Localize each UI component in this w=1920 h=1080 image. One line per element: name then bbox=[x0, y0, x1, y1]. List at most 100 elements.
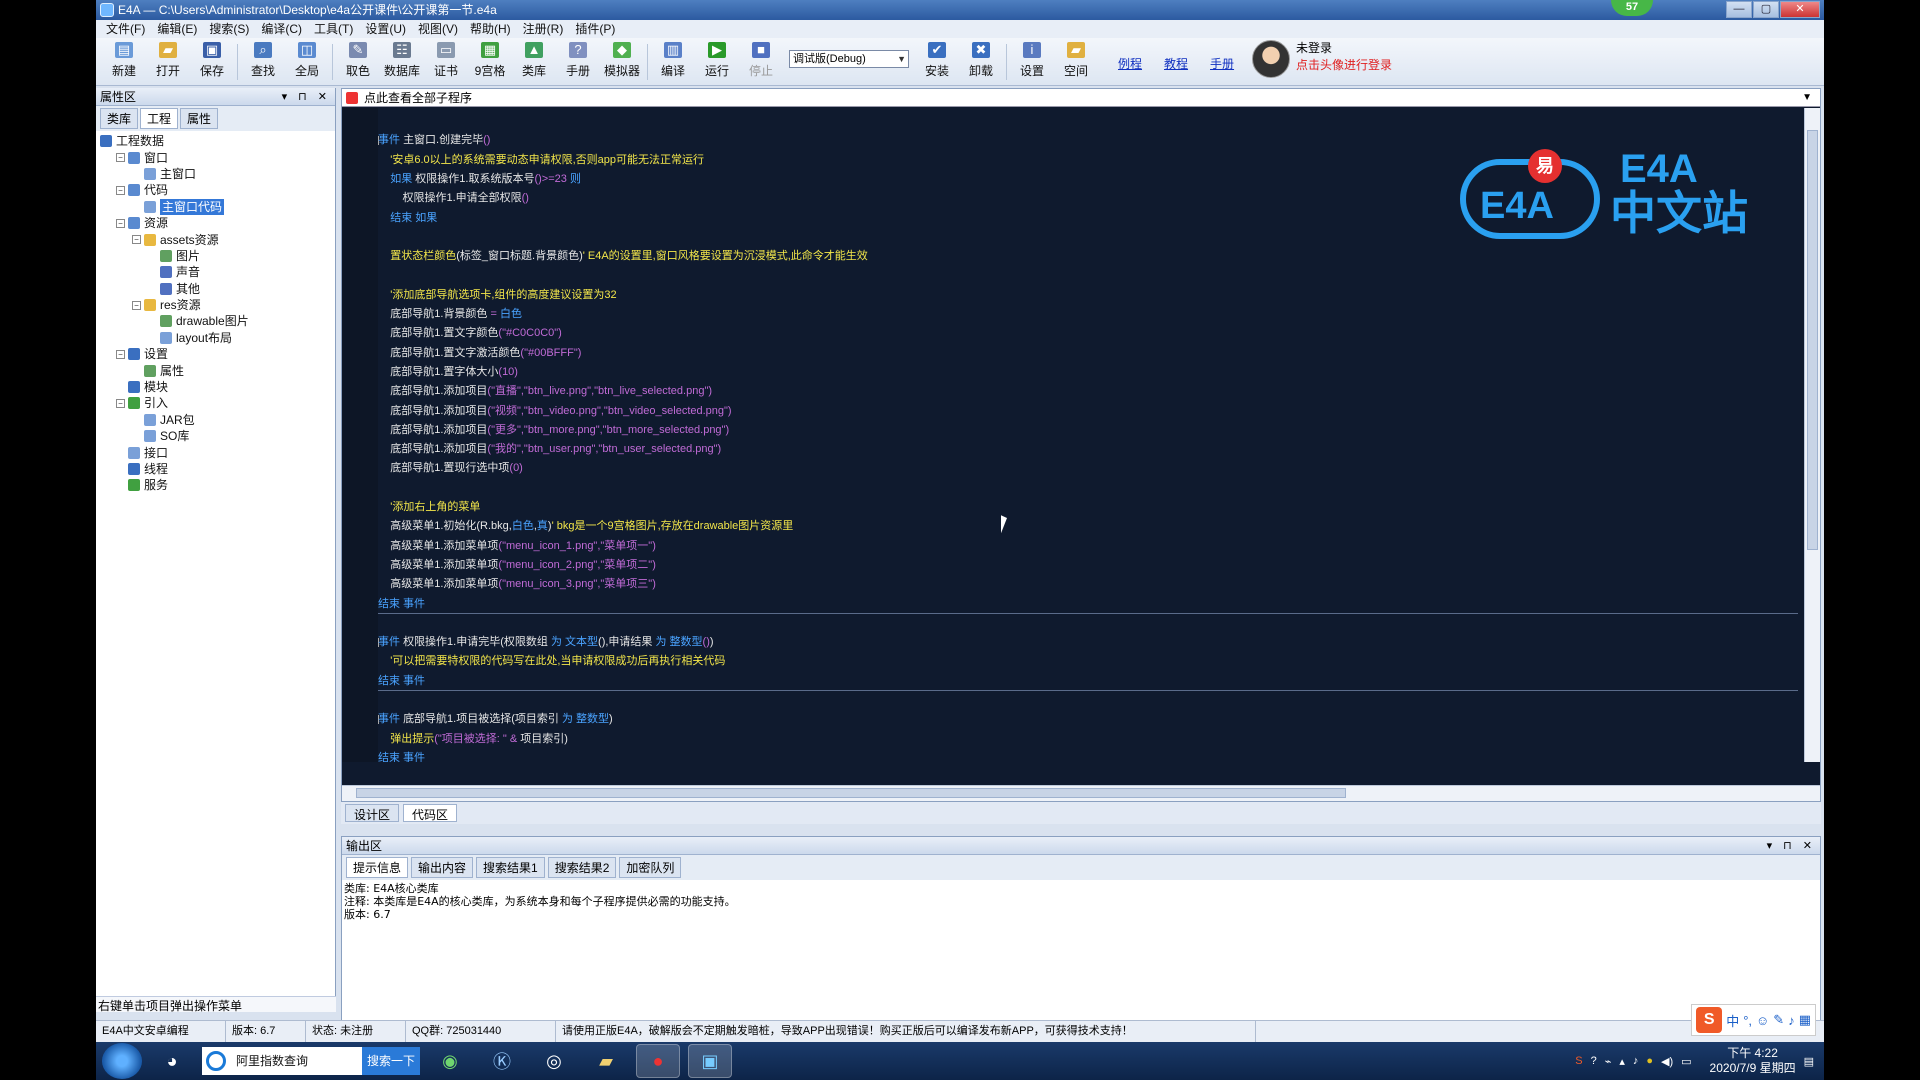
output-tab[interactable]: 搜索结果1 bbox=[476, 857, 545, 878]
taskbar-k-icon[interactable]: Ⓚ bbox=[480, 1044, 524, 1078]
pick-color-button[interactable]: ✎ 取色 bbox=[336, 38, 380, 84]
code-line[interactable]: 底部导航1.添加项目("直播","btn_live.png","btn_live… bbox=[378, 382, 712, 402]
code-line[interactable]: 底部导航1.添加项目("我的","btn_user.png","btn_user… bbox=[378, 440, 721, 460]
tutorials-link[interactable]: 教程 bbox=[1164, 55, 1188, 72]
collapse-icon[interactable]: − bbox=[116, 185, 125, 195]
tree-item[interactable]: 线程 bbox=[98, 461, 333, 477]
tab-properties[interactable]: 属性 bbox=[180, 108, 219, 129]
security-icon[interactable]: ● bbox=[1646, 1055, 1653, 1067]
mic-icon[interactable]: ♪ bbox=[1788, 1013, 1795, 1028]
ninepatch-button[interactable]: ▦ 9宫格 bbox=[468, 38, 512, 84]
menu-item[interactable]: 设置(U) bbox=[359, 20, 412, 38]
code-line[interactable]: 结束 事件 bbox=[378, 595, 1798, 614]
find-button[interactable]: ⌕ 查找 bbox=[241, 38, 285, 84]
tree-item[interactable]: 声音 bbox=[98, 264, 333, 280]
tree-item[interactable]: JAR包 bbox=[98, 412, 333, 428]
scroll-thumb[interactable] bbox=[1807, 130, 1818, 550]
panel-controls[interactable]: ▾ ⊓ ✕ bbox=[282, 88, 331, 106]
show-hidden-icon[interactable]: ▴ bbox=[1619, 1055, 1625, 1068]
menu-item[interactable]: 视图(V) bbox=[412, 20, 464, 38]
taskbar-e4a-icon[interactable]: ▣ bbox=[688, 1044, 732, 1078]
run-button[interactable]: ▶ 运行 bbox=[695, 38, 739, 84]
tree-item[interactable]: 服务 bbox=[98, 477, 333, 493]
ime-mode[interactable]: 中 bbox=[1726, 1011, 1739, 1030]
subroutine-selector[interactable]: 点此查看全部子程序 ▼ bbox=[342, 89, 1820, 107]
code-line[interactable]: 结束 如果 bbox=[378, 209, 437, 229]
tab-classlib[interactable]: 类库 bbox=[100, 108, 139, 129]
manual-link[interactable]: 手册 bbox=[1210, 55, 1234, 72]
collapse-icon[interactable]: − bbox=[116, 218, 125, 228]
classlib-button[interactable]: ▲ 类库 bbox=[512, 38, 556, 84]
volume-icon[interactable]: ◀) bbox=[1661, 1055, 1673, 1068]
code-line[interactable]: 高级菜单1.添加菜单项("menu_icon_1.png","菜单项一") bbox=[378, 537, 656, 557]
output-tab[interactable]: 搜索结果2 bbox=[547, 857, 617, 878]
code-line[interactable]: 底部导航1.置现行选中项(0) bbox=[378, 459, 523, 479]
menu-item[interactable]: 插件(P) bbox=[569, 20, 621, 38]
chevron-down-icon[interactable]: ▼ bbox=[1802, 89, 1812, 107]
tree-item[interactable]: drawable图片 bbox=[98, 313, 333, 329]
save-button[interactable]: ▣ 保存 bbox=[190, 38, 234, 84]
scroll-thumb[interactable] bbox=[356, 788, 1346, 798]
examples-link[interactable]: 例程 bbox=[1118, 55, 1142, 72]
collapse-icon[interactable]: − bbox=[116, 398, 125, 408]
tree-item[interactable]: 主窗口代码 bbox=[98, 198, 333, 215]
code-line[interactable]: 底部导航1.背景颜色 = 白色 bbox=[378, 305, 522, 325]
new-button[interactable]: ▤ 新建 bbox=[102, 38, 146, 84]
code-line[interactable]: 底部导航1.添加项目("更多","btn_more.png","btn_more… bbox=[378, 421, 729, 441]
code-line[interactable]: '安卓6.0以上的系统需要动态申请权限,否则app可能无法正常运行 bbox=[378, 151, 704, 171]
output-tab[interactable]: 输出内容 bbox=[411, 857, 474, 878]
taskbar-app-icon[interactable]: ◕ bbox=[150, 1044, 194, 1078]
uninstall-button[interactable]: ✖ 卸载 bbox=[959, 38, 1003, 84]
code-line[interactable]: 底部导航1.添加项目("视频","btn_video.png","btn_vid… bbox=[378, 402, 731, 422]
taskbar-browser-icon[interactable]: ◉ bbox=[428, 1044, 472, 1078]
space-button[interactable]: ▰ 空间 bbox=[1054, 38, 1098, 84]
code-line[interactable]: '添加右上角的菜单 bbox=[378, 498, 480, 518]
code-line[interactable]: 置状态栏颜色(标签_窗口标题.背景颜色)' E4A的设置里,窗口风格要设置为沉浸… bbox=[378, 247, 868, 267]
avatar[interactable] bbox=[1252, 40, 1291, 78]
network-tray-icon[interactable]: ⌁ bbox=[1605, 1055, 1612, 1068]
tab-design[interactable]: 设计区 bbox=[345, 804, 400, 822]
taskbar-folder-icon[interactable]: ▰ bbox=[584, 1044, 628, 1078]
code-line[interactable]: 底部导航1.置文字激活颜色("#00BFFF") bbox=[378, 344, 581, 364]
help-tray-icon[interactable]: ? bbox=[1591, 1055, 1597, 1067]
tree-item[interactable]: − 代码 bbox=[98, 182, 333, 198]
menu-item[interactable]: 编辑(E) bbox=[151, 20, 203, 38]
tree-item[interactable]: − res资源 bbox=[98, 297, 333, 313]
clock[interactable]: 下午 4:22 2020/7/9 星期四 bbox=[1710, 1046, 1796, 1076]
code-line[interactable]: 底部导航1.置文字颜色("#C0C0C0") bbox=[378, 324, 562, 344]
menu-item[interactable]: 文件(F) bbox=[100, 20, 151, 38]
taskbar-search-button[interactable]: 搜索一下 bbox=[362, 1047, 420, 1075]
code-line[interactable]: 底部导航1.置字体大小(10) bbox=[378, 363, 518, 383]
code-line[interactable]: 事件 主窗口.创建完毕() bbox=[378, 131, 490, 151]
install-button[interactable]: ✔ 安装 bbox=[915, 38, 959, 84]
code-line[interactable]: 权限操作1.申请全部权限() bbox=[378, 189, 529, 209]
settings-button[interactable]: i 设置 bbox=[1010, 38, 1054, 84]
manual-button[interactable]: ? 手册 bbox=[556, 38, 600, 84]
tree-item[interactable]: SO库 bbox=[98, 428, 333, 444]
tree-item[interactable]: 属性 bbox=[98, 362, 333, 378]
title-bar[interactable]: E4A — C:\Users\Administrator\Desktop\e4a… bbox=[96, 0, 1824, 20]
vertical-scrollbar[interactable] bbox=[1804, 108, 1820, 762]
output-tab[interactable]: 提示信息 bbox=[346, 857, 409, 878]
menu-item[interactable]: 搜索(S) bbox=[203, 20, 255, 38]
taskbar-chrome-icon[interactable]: ◎ bbox=[532, 1044, 576, 1078]
tree-item[interactable]: 接口 bbox=[98, 444, 333, 460]
emulator-button[interactable]: ◆ 模拟器 bbox=[600, 38, 644, 84]
punctuation-icon[interactable]: °, bbox=[1743, 1013, 1752, 1028]
collapse-icon[interactable]: − bbox=[116, 349, 125, 359]
menu-item[interactable]: 注册(R) bbox=[517, 20, 570, 38]
tree-item[interactable]: − 设置 bbox=[98, 346, 333, 362]
sogou-icon[interactable]: S bbox=[1696, 1007, 1723, 1033]
output-tab[interactable]: 加密队列 bbox=[619, 857, 682, 878]
stop-button[interactable]: ■ 停止 bbox=[739, 38, 783, 84]
maximize-button[interactable]: ▢ bbox=[1753, 1, 1779, 18]
tree-item[interactable]: layout布局 bbox=[98, 330, 333, 346]
code-line[interactable]: 高级菜单1.添加菜单项("menu_icon_2.png","菜单项二") bbox=[378, 556, 656, 576]
tree-item[interactable]: 主窗口 bbox=[98, 166, 333, 182]
emoji-icon[interactable]: ☺ bbox=[1756, 1013, 1769, 1028]
compile-button[interactable]: ▥ 编译 bbox=[651, 38, 695, 84]
start-button[interactable] bbox=[102, 1043, 142, 1079]
code-line[interactable]: '添加底部导航选项卡,组件的高度建议设置为32 bbox=[378, 286, 616, 306]
login-hint[interactable]: 点击头像进行登录 bbox=[1296, 57, 1392, 74]
close-button[interactable]: ✕ bbox=[1780, 1, 1820, 18]
